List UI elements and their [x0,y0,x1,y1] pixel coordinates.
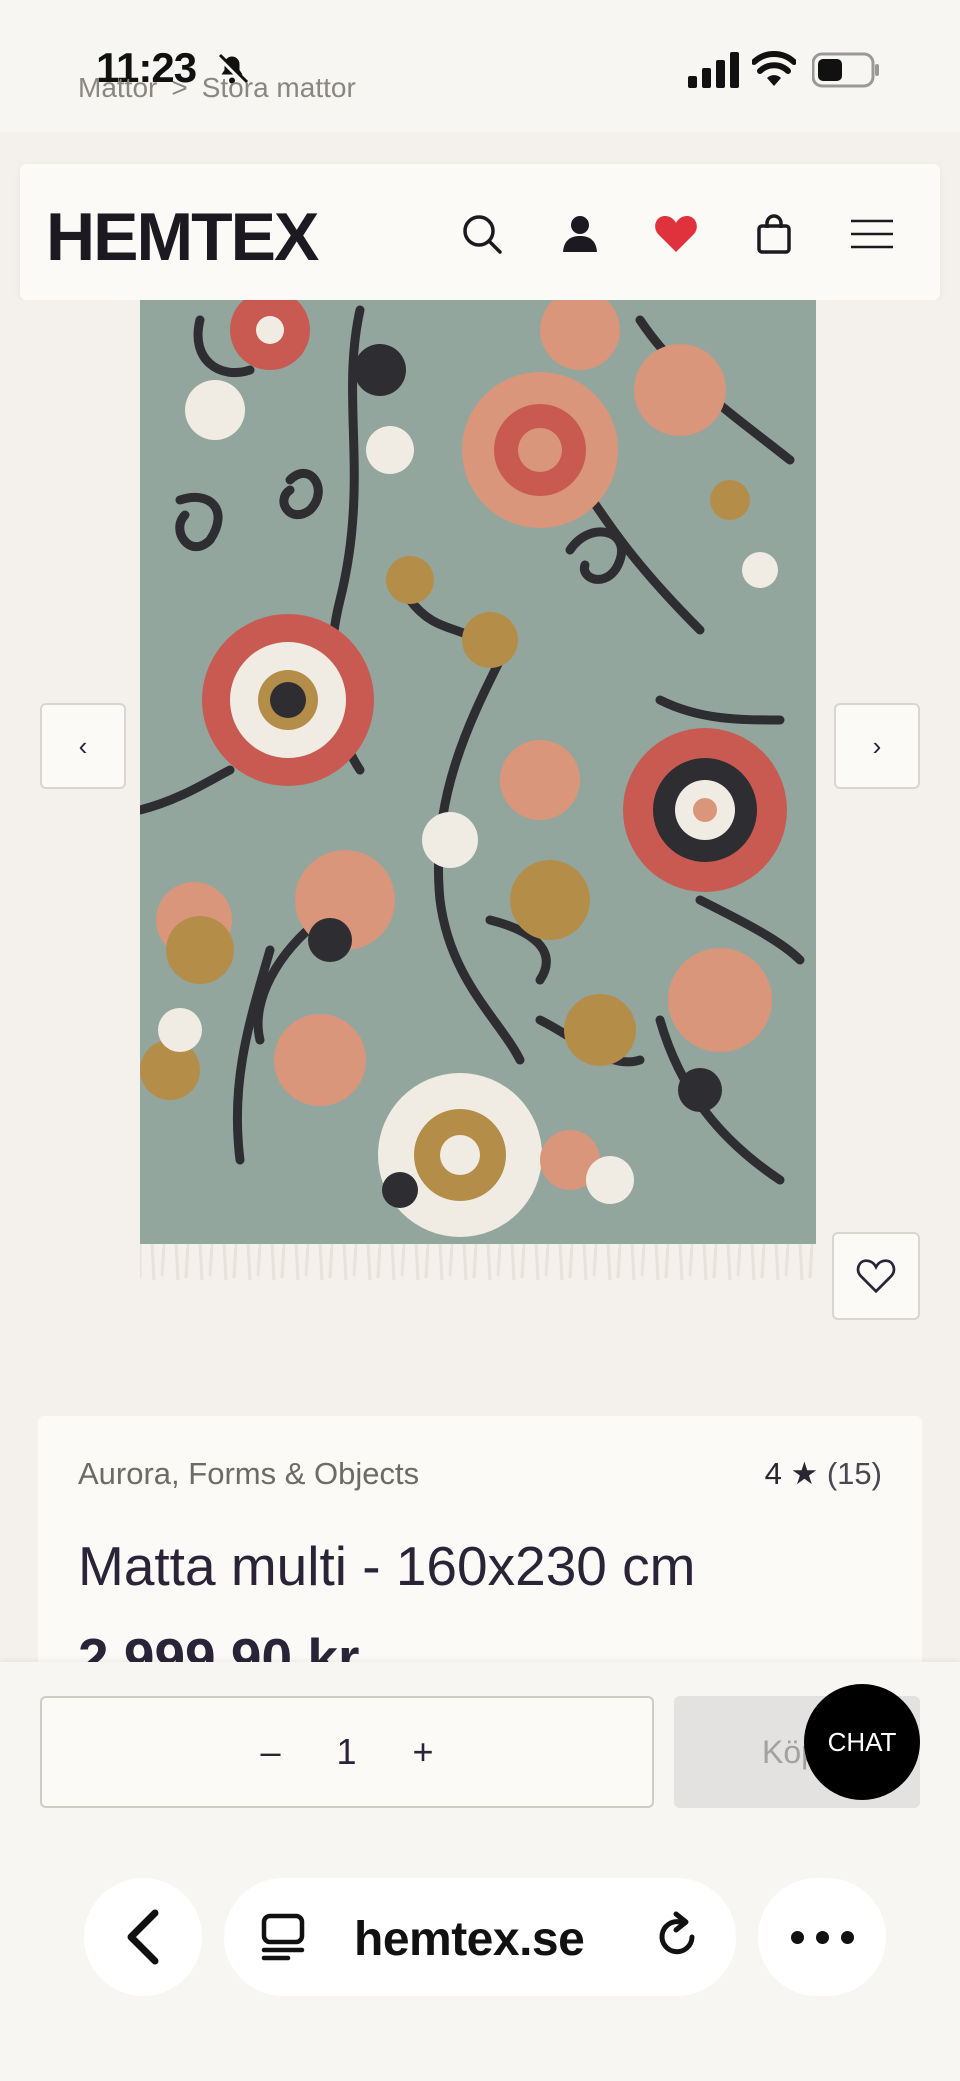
purchase-bar: – 1 + Köp CHAT hemtex.se [0,1662,960,2081]
cart-button[interactable] [744,204,804,264]
status-bar: 11:23 [0,0,960,132]
previous-image-button[interactable]: ‹ [40,703,126,789]
heart-outline-icon [856,1259,896,1294]
quantity-increase-button[interactable]: + [413,1731,434,1773]
hemtex-logo[interactable]: HEMTEX [46,198,319,276]
quantity-value: 1 [336,1731,357,1772]
product-info-card: Aurora, Forms & Objects 4 ★ (15) Matta m… [38,1416,922,1676]
rating-value: 4 [764,1456,782,1491]
product-rating[interactable]: 4 ★ (15) [765,1456,882,1492]
search-icon [463,215,502,254]
more-dot-icon [840,1930,854,1944]
add-to-wishlist-button[interactable] [832,1232,920,1320]
breadcrumb-item[interactable]: Stora mattor [202,72,356,103]
account-button[interactable] [550,204,610,264]
url-text: hemtex.se [354,1913,585,1966]
bag-icon [757,214,791,254]
quantity-stepper: – 1 + [40,1696,654,1808]
more-dot-icon [790,1930,804,1944]
search-button[interactable] [452,204,512,264]
chevron-right-icon: › [872,730,882,761]
breadcrumb-item[interactable]: Mattor [78,72,157,103]
browser-back-button[interactable] [84,1878,202,1996]
breadcrumb-separator: > [171,72,188,103]
account-icon [563,216,597,252]
quantity-decrease-button[interactable]: – [260,1731,280,1773]
chevron-left-icon [127,1909,159,1965]
product-image-gallery[interactable]: ‹ › [0,300,960,1380]
chevron-left-icon: ‹ [78,730,88,761]
address-bar[interactable]: hemtex.se [224,1878,736,1996]
reload-icon[interactable] [650,1910,704,1964]
more-options-button[interactable] [758,1878,886,1996]
star-icon: ★ [790,1456,819,1491]
cellular-signal-icon [688,52,739,88]
battery-icon [812,52,879,88]
rating-count: (15) [826,1456,882,1491]
wifi-icon [752,51,796,86]
menu-button[interactable] [842,204,902,264]
more-dot-icon [815,1930,829,1944]
product-image [140,300,816,1281]
tabs-icon [261,1913,305,1961]
product-title: Matta multi - 160x230 cm [78,1535,696,1597]
breadcrumb: Mattor > Stora mattor [78,72,356,104]
heart-icon [655,216,697,252]
site-header: HEMTEX [20,164,940,300]
chat-button[interactable]: CHAT [804,1684,920,1800]
next-image-button[interactable]: › [834,703,920,789]
menu-icon [851,219,893,249]
product-brand[interactable]: Aurora, Forms & Objects [78,1456,419,1492]
wishlist-button[interactable] [646,204,706,264]
